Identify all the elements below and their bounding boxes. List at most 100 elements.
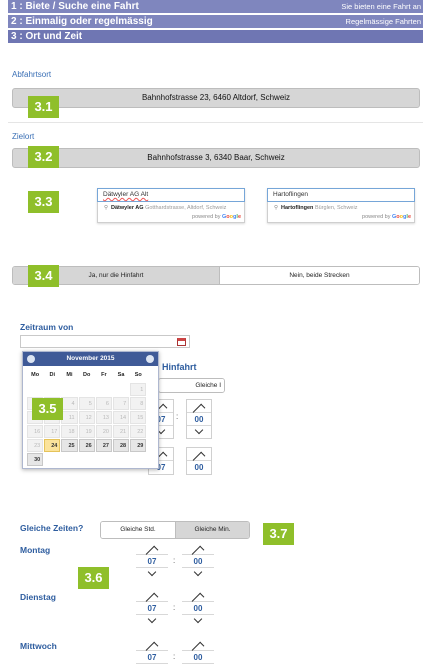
badge-3-3: 3.3 [28, 191, 59, 213]
powered-by-google: powered by Google [192, 214, 241, 220]
chevron-up-icon[interactable] [136, 542, 168, 559]
chevron-up-icon[interactable] [182, 638, 214, 655]
minute-spinner-2[interactable]: 00 [186, 447, 212, 475]
calendar-day[interactable]: 22 [130, 425, 147, 438]
calendar-empty-cell [130, 453, 146, 466]
step-2-bar[interactable]: 2 : Einmalig oder regelmässig Regelmässi… [8, 15, 423, 28]
calendar-icon[interactable] [177, 338, 186, 346]
calendar-day[interactable]: 20 [95, 425, 112, 438]
chevron-down-icon[interactable] [136, 614, 168, 627]
calendar-day[interactable]: 19 [78, 425, 95, 438]
badge-3-1: 3.1 [28, 96, 59, 118]
gleiche-zeiten-toggle: Gleiche Std. Gleiche Min. [100, 521, 250, 539]
calendar-day-today[interactable]: 24 [44, 439, 61, 452]
chevron-up-icon[interactable] [136, 638, 168, 655]
gleiche-std-option[interactable]: Gleiche Std. [101, 522, 175, 538]
step-2-summary: Regelmässige Fahrten [345, 17, 421, 26]
minute-spinner-1[interactable]: 00 [186, 399, 212, 439]
weekday-header: Di [49, 372, 56, 378]
autocomplete-right-input[interactable]: Hartoflingen [267, 188, 415, 202]
calendar-day[interactable]: 23 [27, 439, 44, 452]
minute-spinner-dienstag[interactable]: 00 [182, 589, 214, 629]
autocomplete-left-suggestion[interactable]: ⚲ Dätwyler AG Gotthardstrasse, Altdorf, S… [98, 201, 244, 211]
autocomplete-left: Dätwyler AG Alt ⚲ Dätwyler AG Gotthardstr… [97, 188, 245, 223]
suggestion-bold: Dätwyler AG [111, 205, 144, 211]
calendar-day[interactable]: 29 [130, 439, 147, 452]
badge-3-6: 3.6 [78, 567, 109, 589]
calendar-day[interactable]: 26 [78, 439, 95, 452]
minute-spinner-mittwoch[interactable]: 00 [182, 638, 214, 664]
calendar-day[interactable]: 4 [61, 397, 78, 410]
map-pin-icon: ⚲ [274, 205, 279, 211]
suggestion-detail: Bürglen, Schweiz [314, 205, 358, 211]
step-3-bar[interactable]: 3 : Ort und Zeit [8, 30, 423, 43]
calendar-day[interactable]: 15 [130, 411, 147, 424]
next-month-icon[interactable] [146, 355, 154, 363]
calendar-day[interactable]: 25 [61, 439, 78, 452]
gleiche-option[interactable]: Gleiche I [159, 379, 224, 392]
direction-option-beide[interactable]: Nein, beide Strecken [218, 267, 419, 284]
chevron-up-icon[interactable] [182, 589, 214, 606]
weekday-header: Mo [31, 372, 40, 378]
chevron-up-icon[interactable] [187, 400, 211, 417]
abfahrtsort-field[interactable]: Bahnhofstrasse 23, 6460 Altdorf, Schweiz [12, 88, 420, 108]
day-label-mittwoch: Mittwoch [20, 641, 57, 651]
calendar-day[interactable]: 16 [27, 425, 44, 438]
autocomplete-left-input[interactable]: Dätwyler AG Alt [97, 188, 245, 202]
zielort-field[interactable]: Bahnhofstrasse 3, 6340 Baar, Schweiz [12, 148, 420, 168]
calendar-day[interactable]: 6 [95, 397, 112, 410]
calendar-day[interactable]: 7 [112, 397, 130, 410]
step-1-summary: Sie bieten eine Fahrt an [341, 2, 421, 11]
chevron-down-icon[interactable] [182, 614, 214, 627]
chevron-up-icon[interactable] [136, 589, 168, 606]
autocomplete-right: Hartoflingen ⚲ Hartoflingen Bürglen, Schw… [267, 188, 415, 223]
google-logo: Google [392, 214, 411, 220]
weekday-header: Do [82, 372, 91, 378]
chevron-up-icon[interactable] [187, 448, 211, 465]
chevron-down-icon[interactable] [136, 567, 168, 580]
chevron-down-icon[interactable] [187, 425, 211, 438]
time-colon: : [173, 556, 176, 565]
calendar-day[interactable]: 30 [27, 453, 44, 466]
step-1-bar[interactable]: 1 : Biete / Suche eine Fahrt Sie bieten … [8, 0, 423, 13]
calendar-empty-cell [61, 383, 77, 396]
calendar-month-title: November 2015 [66, 355, 115, 362]
weekday-header: Fr [101, 372, 107, 378]
chevron-up-icon[interactable] [182, 542, 214, 559]
zeitraum-label: Zeitraum von [20, 322, 74, 332]
autocomplete-right-suggestion[interactable]: ⚲ Hartoflingen Bürglen, Schweiz [268, 201, 414, 211]
calendar-day[interactable]: 21 [112, 425, 130, 438]
calendar-day[interactable]: 13 [95, 411, 112, 424]
calendar-empty-cell [61, 453, 77, 466]
calendar-day[interactable]: 8 [130, 397, 147, 410]
prev-month-icon[interactable] [27, 355, 35, 363]
weekday-header: Mi [66, 372, 73, 378]
gleiche-min-option[interactable]: Gleiche Min. [175, 522, 249, 538]
hour-spinner-montag[interactable]: 07 [136, 542, 168, 582]
calendar-day[interactable]: 1 [130, 383, 147, 396]
calendar-empty-cell [113, 453, 129, 466]
time-colon: : [173, 603, 176, 612]
chevron-down-icon[interactable] [182, 567, 214, 580]
hour-spinner-dienstag[interactable]: 07 [136, 589, 168, 629]
calendar-day[interactable]: 12 [78, 411, 95, 424]
badge-3-7: 3.7 [263, 523, 294, 545]
calendar-day[interactable]: 5 [78, 397, 95, 410]
day-label-montag: Montag [20, 545, 51, 555]
zielort-label: Zielort [12, 132, 35, 141]
zeitraum-date-input[interactable] [20, 335, 190, 348]
calendar-day[interactable]: 11 [61, 411, 78, 424]
gleiche-toggle-hidden: Gleiche I [158, 378, 225, 393]
calendar-day[interactable]: 28 [112, 439, 130, 452]
calendar-day[interactable]: 17 [44, 425, 61, 438]
badge-3-4: 3.4 [28, 265, 59, 287]
calendar-day[interactable]: 18 [61, 425, 78, 438]
calendar-day[interactable]: 27 [95, 439, 112, 452]
minute-spinner-montag[interactable]: 00 [182, 542, 214, 582]
hour-spinner-mittwoch[interactable]: 07 [136, 638, 168, 664]
calendar-day[interactable]: 14 [112, 411, 130, 424]
step-2-label: 2 : Einmalig oder regelmässig [11, 16, 153, 27]
day-label-dienstag: Dienstag [20, 592, 56, 602]
divider [8, 122, 423, 123]
calendar-header: November 2015 [23, 352, 158, 366]
